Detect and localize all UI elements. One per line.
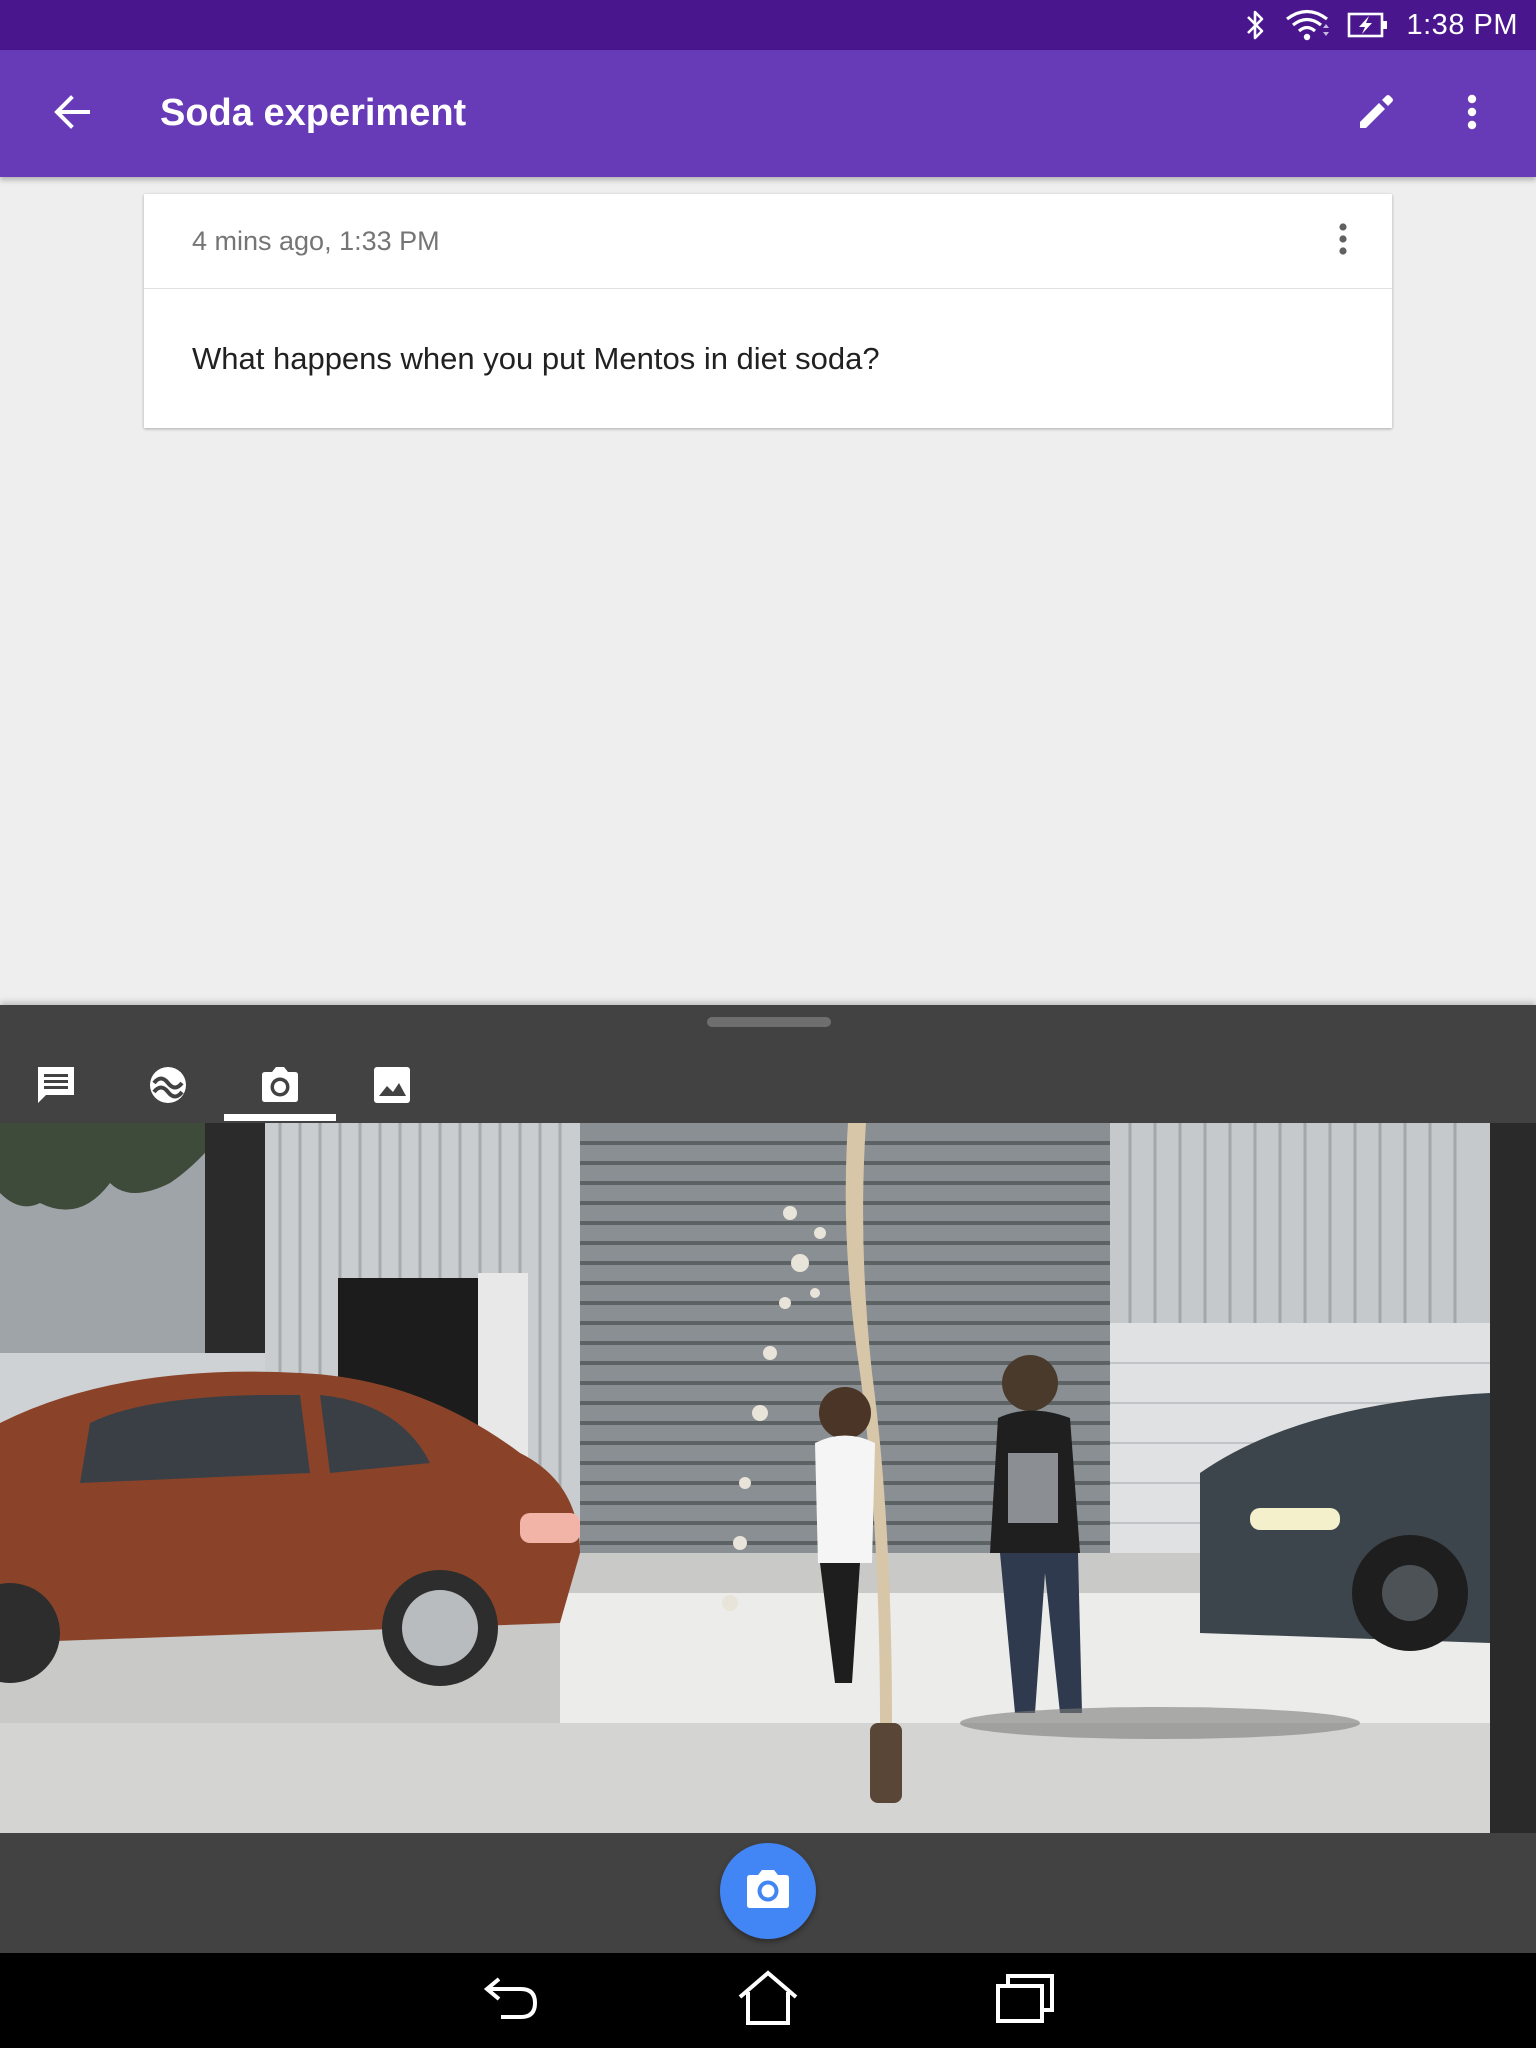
back-button[interactable] (40, 82, 104, 146)
system-nav-bar (0, 1953, 1536, 2048)
note-menu-button[interactable] (1314, 212, 1372, 270)
shutter-button[interactable] (720, 1843, 816, 1939)
wifi-icon (1285, 8, 1329, 42)
page-title: Soda experiment (160, 92, 467, 134)
status-time: 1:38 PM (1406, 8, 1518, 41)
selected-tab-indicator (224, 1114, 336, 1121)
camera-icon (744, 1868, 792, 1915)
bottom-panel (0, 1005, 1536, 1953)
back-nav-icon (483, 1973, 541, 2028)
note-header: 4 mins ago, 1:33 PM (144, 194, 1392, 289)
nav-back-button[interactable] (477, 1967, 547, 2033)
edit-button[interactable] (1344, 82, 1408, 146)
gallery-image-icon (373, 1066, 411, 1109)
more-vert-icon (1466, 94, 1478, 135)
pencil-icon (1356, 92, 1396, 137)
tab-sensor[interactable] (112, 1047, 224, 1127)
status-icons: 1:38 PM (1245, 0, 1519, 50)
recents-nav-icon (995, 1972, 1055, 2029)
bluetooth-icon (1245, 8, 1267, 42)
note-text: What happens when you put Mentos in diet… (192, 341, 880, 376)
battery-charging-icon (1347, 10, 1389, 40)
note-timestamp: 4 mins ago, 1:33 PM (192, 226, 440, 256)
app-bar: Soda experiment (0, 50, 1536, 177)
comment-icon (35, 1064, 77, 1111)
camera-preview-photo[interactable] (0, 1123, 1536, 1833)
screen: 1:38 PM Soda experiment 4 mins ago, 1:33… (0, 0, 1536, 2048)
more-vert-icon (1338, 222, 1348, 260)
tab-text-note[interactable] (0, 1047, 112, 1127)
overflow-menu-button[interactable] (1440, 82, 1504, 146)
nav-recents-button[interactable] (990, 1967, 1060, 2033)
arrow-back-icon (54, 94, 90, 134)
camera-icon (259, 1066, 301, 1109)
status-bar: 1:38 PM (0, 0, 1536, 50)
sensor-wave-icon (148, 1065, 188, 1110)
nav-home-button[interactable] (733, 1967, 803, 2033)
note-card[interactable]: 4 mins ago, 1:33 PM What happens when yo… (144, 194, 1392, 428)
panel-drag-handle[interactable] (707, 1017, 831, 1027)
home-nav-icon (737, 1969, 799, 2031)
tab-gallery[interactable] (336, 1047, 448, 1127)
